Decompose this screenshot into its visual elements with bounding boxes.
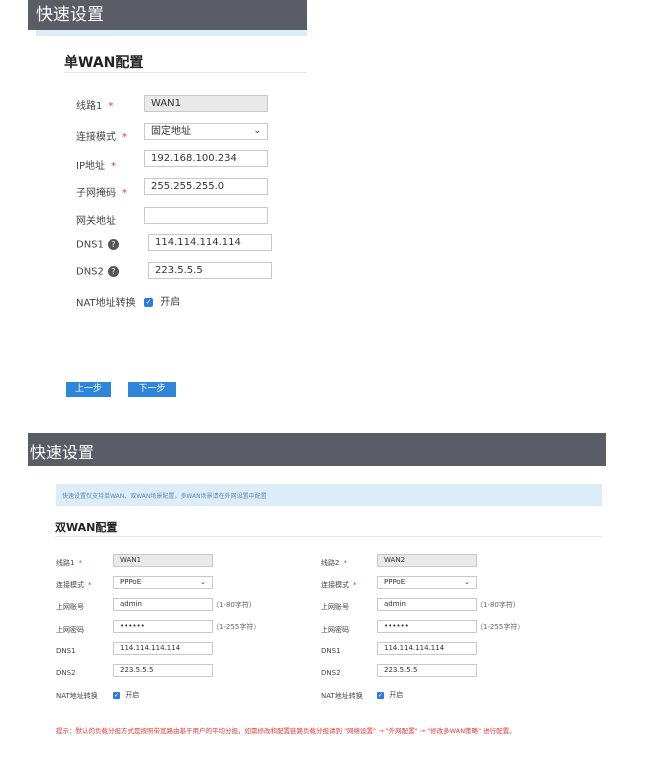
field-label-mask: 子网掩码 *: [76, 188, 127, 199]
left-nat-toggle[interactable]: ✓ 开启: [113, 690, 139, 700]
left-account-label: 上网账号: [56, 603, 84, 611]
line1-field: WAN1: [144, 95, 268, 112]
bottom-title-bar: [28, 433, 606, 466]
checkbox-checked-icon: ✓: [144, 297, 153, 307]
chevron-down-icon: ⌄: [253, 126, 261, 136]
chevron-down-icon: ⌄: [464, 578, 470, 586]
field-label-dns2: DNS2?: [76, 266, 119, 278]
load-balance-warning: 提示：默认的负载分担方式是按照带宽路由基于用户的平均分担，如需修改和配置链路负载…: [56, 727, 516, 735]
nat-option-label: 开启: [160, 297, 181, 308]
field-label-line1: 线路1 *: [76, 101, 114, 112]
right-account-hint: （1-80字符）: [476, 601, 520, 609]
subnet-mask-input[interactable]: 255.255.255.0: [144, 178, 268, 195]
help-icon: ?: [107, 239, 119, 250]
left-mode-label: 连接模式 *: [56, 581, 92, 589]
left-password-hint: （1-255字符）: [212, 623, 261, 631]
right-line-field: WAN2: [377, 554, 477, 567]
dns1-input[interactable]: 114.114.114.114: [148, 234, 272, 251]
right-nat-label: NAT地址转换: [321, 692, 363, 700]
top-section-title: 单WAN配置: [64, 55, 144, 71]
left-dns2-input[interactable]: 223.5.5.5: [113, 664, 213, 677]
checkbox-checked-icon: ✓: [377, 691, 384, 699]
prev-step-button[interactable]: 上一步: [66, 382, 111, 397]
help-icon: ?: [107, 266, 119, 277]
bottom-section-divider: [55, 536, 602, 537]
left-dns1-label: DNS1: [56, 647, 76, 655]
right-mode-label: 连接模式 *: [321, 581, 357, 589]
field-label-dns1: DNS1?: [76, 239, 119, 251]
connection-mode-select[interactable]: 固定地址 ⌄: [144, 123, 268, 140]
left-line-field: WAN1: [113, 554, 213, 567]
bottom-page-title: 快速设置: [30, 443, 95, 462]
right-mode-value: PPPoE: [384, 578, 406, 586]
dns2-input[interactable]: 223.5.5.5: [148, 262, 272, 279]
field-label-gateway: 网关地址: [76, 216, 116, 227]
right-dns1-input[interactable]: 114.114.114.114: [377, 642, 477, 655]
right-line-label: 线路2 *: [321, 559, 347, 567]
right-dns1-label: DNS1: [321, 647, 341, 655]
right-password-input[interactable]: ••••••: [377, 620, 477, 633]
top-notice-strip: [36, 30, 307, 36]
left-account-input[interactable]: admin: [113, 598, 213, 611]
bottom-notice-text: 快速设置仅支持单WAN、双WAN场景配置，多WAN场景请在外网设置中配置: [62, 493, 267, 500]
bottom-section-title: 双WAN配置: [55, 521, 118, 534]
next-step-button[interactable]: 下一步: [128, 382, 176, 397]
gateway-input[interactable]: [144, 207, 268, 224]
right-password-hint: （1-255字符）: [476, 623, 525, 631]
left-account-hint: （1-80字符）: [212, 601, 256, 609]
left-password-input[interactable]: ••••••: [113, 620, 213, 633]
field-label-mode: 连接模式 *: [76, 132, 127, 143]
required-asterisk: *: [122, 188, 127, 199]
required-asterisk: *: [108, 101, 114, 112]
right-dns2-input[interactable]: 223.5.5.5: [377, 664, 477, 677]
top-section-divider: [64, 72, 307, 73]
right-account-input[interactable]: admin: [377, 598, 477, 611]
right-password-label: 上网密码: [321, 626, 349, 634]
left-mode-select[interactable]: PPPoE ⌄: [113, 576, 213, 589]
right-nat-toggle[interactable]: ✓ 开启: [377, 690, 403, 700]
required-asterisk: *: [122, 132, 127, 143]
top-page-title: 快速设置: [36, 5, 104, 25]
right-dns2-label: DNS2: [321, 669, 341, 677]
left-dns2-label: DNS2: [56, 669, 76, 677]
right-mode-select[interactable]: PPPoE ⌄: [377, 576, 477, 589]
nat-toggle[interactable]: ✓ 开启: [144, 293, 180, 308]
ip-address-input[interactable]: 192.168.100.234: [144, 150, 268, 167]
field-label-nat: NAT地址转换: [76, 298, 136, 309]
required-asterisk: *: [110, 161, 116, 172]
chevron-down-icon: ⌄: [200, 578, 206, 586]
right-account-label: 上网账号: [321, 603, 349, 611]
connection-mode-value: 固定地址: [151, 126, 191, 137]
field-label-ip: IP地址 *: [76, 161, 116, 172]
left-password-label: 上网密码: [56, 626, 84, 634]
left-dns1-input[interactable]: 114.114.114.114: [113, 642, 213, 655]
checkbox-checked-icon: ✓: [113, 691, 120, 699]
left-line-label: 线路1 *: [56, 559, 82, 567]
left-nat-label: NAT地址转换: [56, 692, 98, 700]
left-mode-value: PPPoE: [120, 578, 142, 586]
